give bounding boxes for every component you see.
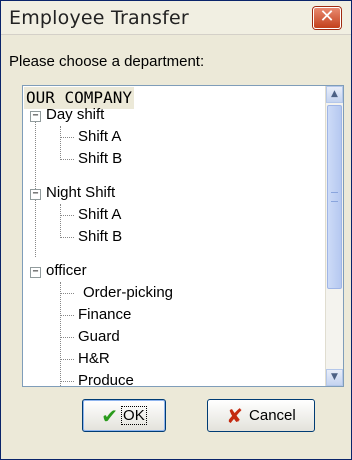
collapse-icon[interactable]: − — [30, 267, 41, 278]
tree-connector-line — [60, 282, 61, 386]
scroll-down-button[interactable]: ▼ — [326, 369, 343, 386]
tree-item-night-shift-b[interactable]: Shift B — [78, 226, 122, 248]
vertical-scrollbar[interactable]: ▲ ▼ — [325, 86, 343, 386]
tree-connector-line — [60, 381, 74, 382]
cancel-label: Cancel — [249, 407, 296, 424]
tree-item-guard[interactable]: Guard — [78, 326, 120, 348]
tree-item-officer[interactable]: officer — [46, 260, 87, 282]
tree-connector-line — [60, 315, 74, 316]
tree-connector-line — [35, 117, 36, 257]
tree-connector-line — [60, 159, 74, 160]
tree-connector-line — [60, 204, 61, 238]
collapse-icon[interactable]: − — [30, 111, 41, 122]
department-tree[interactable]: OUR COMPANY − Day shift Shift A Shift B … — [22, 85, 344, 387]
cancel-button[interactable]: ✘ Cancel — [207, 399, 315, 432]
title-bar: Employee Transfer ✕ — [1, 1, 351, 35]
tree-item-produce[interactable]: Produce — [78, 370, 134, 386]
tree-item-finance[interactable]: Finance — [78, 304, 131, 326]
tree-connector-line — [60, 215, 74, 216]
check-icon: ✔ — [101, 403, 119, 428]
arrow-up-icon: ▲ — [331, 89, 338, 99]
grip-icon — [331, 192, 338, 202]
tree-connector-line — [60, 137, 74, 138]
tree-connector-line — [60, 293, 74, 294]
scroll-up-button[interactable]: ▲ — [326, 86, 343, 103]
tree-item-night-shift-a[interactable]: Shift A — [78, 204, 121, 226]
tree-item-day-shift-b[interactable]: Shift B — [78, 148, 122, 170]
tree-item-night-shift[interactable]: Night Shift — [46, 182, 115, 204]
close-button[interactable]: ✕ — [313, 6, 341, 29]
ok-label: OK — [121, 406, 147, 425]
ok-button[interactable]: ✔ OK — [82, 399, 166, 432]
tree-connector-line — [60, 126, 61, 160]
x-icon: ✘ — [226, 403, 244, 428]
tree-item-h-and-r[interactable]: H&R — [78, 348, 110, 370]
tree-connector-line — [60, 237, 74, 238]
tree-connector-line — [60, 359, 74, 360]
window-title: Employee Transfer — [9, 7, 189, 29]
prompt-label: Please choose a department: — [9, 53, 205, 70]
tree-item-order-picking[interactable]: Order-picking — [83, 282, 173, 304]
tree-item-day-shift-a[interactable]: Shift A — [78, 126, 121, 148]
close-icon: ✕ — [319, 6, 335, 27]
arrow-down-icon: ▼ — [331, 372, 338, 382]
scroll-thumb[interactable] — [327, 105, 342, 289]
collapse-icon[interactable]: − — [30, 189, 41, 200]
employee-transfer-dialog: Employee Transfer ✕ Please choose a depa… — [0, 0, 352, 460]
tree-item-day-shift[interactable]: Day shift — [46, 104, 104, 126]
tree-connector-line — [60, 337, 74, 338]
